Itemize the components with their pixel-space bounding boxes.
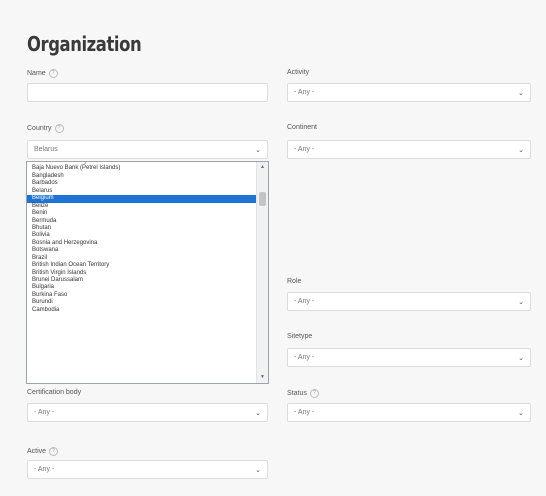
dropdown-option[interactable]: Burundi — [27, 299, 256, 306]
active-label: Active ? — [27, 447, 59, 456]
scroll-thumb[interactable] — [259, 192, 266, 206]
dropdown-option[interactable]: Bolivia — [27, 232, 256, 239]
dropdown-option[interactable]: Bhutan — [27, 225, 256, 232]
role-select-value: - Any - — [294, 298, 315, 305]
help-icon[interactable]: ? — [309, 389, 319, 398]
dropdown-option[interactable]: Botswana — [27, 247, 256, 254]
dropdown-option[interactable]: Burkina Faso — [27, 292, 256, 299]
activity-select-value: - Any - — [294, 89, 315, 96]
certification-body-label-text: Certification body — [27, 389, 82, 396]
sitetype-label: Sitetype — [287, 333, 312, 340]
chevron-down-icon: ⌄ — [518, 147, 524, 154]
help-icon[interactable]: ? — [48, 69, 58, 78]
help-icon[interactable]: ? — [49, 447, 59, 456]
sitetype-select-value: - Any - — [294, 354, 315, 361]
country-label: Country ? — [27, 124, 64, 133]
country-dropdown-list[interactable]: Bahamas / Bouvetoya Baja Nuevo Bank (Petr… — [26, 161, 269, 384]
continent-label: Continent — [287, 124, 317, 131]
status-label: Status ? — [287, 389, 319, 398]
name-label: Name ? — [27, 69, 58, 78]
country-select[interactable]: Belarus ⌄ — [27, 140, 268, 159]
name-label-text: Name — [27, 70, 46, 77]
dropdown-option[interactable]: British Indian Ocean Territory — [27, 262, 256, 269]
activity-label-text: Activity — [287, 69, 310, 76]
chevron-down-icon: ⌄ — [255, 410, 261, 417]
dropdown-option[interactable]: Belize — [27, 203, 256, 210]
chevron-down-icon: ⌄ — [518, 90, 524, 97]
chevron-down-icon: ⌄ — [518, 355, 524, 362]
dropdown-scrollbar[interactable]: ▲ ▼ — [256, 162, 268, 383]
dropdown-option[interactable]: Bosnia and Herzegovina — [27, 240, 256, 247]
country-label-text: Country — [27, 125, 52, 132]
dropdown-option[interactable]: Brazil — [27, 255, 256, 262]
continent-select-value: - Any - — [294, 146, 315, 153]
continent-select[interactable]: - Any - ⌄ — [287, 140, 531, 159]
dropdown-option[interactable]: Bangladesh — [27, 173, 256, 180]
status-select[interactable]: - Any - ⌄ — [287, 403, 531, 422]
dropdown-options: Bahamas / Bouvetoya Baja Nuevo Bank (Petr… — [27, 162, 256, 314]
chevron-down-icon: ⌄ — [255, 147, 261, 154]
name-input[interactable] — [27, 83, 268, 102]
dropdown-option[interactable]: Baja Nuevo Bank (Petrel Islands) — [27, 165, 256, 172]
status-select-value: - Any - — [294, 409, 315, 416]
dropdown-option[interactable]: Belgium — [27, 195, 256, 203]
dropdown-option[interactable]: Benin — [27, 210, 256, 217]
continent-label-text: Continent — [287, 124, 317, 131]
dropdown-option[interactable]: British Virgin Islands — [27, 270, 256, 277]
sitetype-label-text: Sitetype — [287, 333, 313, 340]
active-select-value: - Any - — [34, 466, 55, 473]
dropdown-option[interactable]: Bermuda — [27, 218, 256, 225]
chevron-down-icon: ⌄ — [518, 299, 524, 306]
help-icon[interactable]: ? — [54, 124, 64, 133]
page-title: Organization — [27, 32, 142, 56]
active-select[interactable]: - Any - ⌄ — [27, 460, 268, 479]
certification-body-select-value: - Any - — [34, 409, 55, 416]
dropdown-option[interactable]: Brunei Darussalam — [27, 277, 256, 284]
country-select-value: Belarus — [34, 146, 58, 153]
role-label: Role — [287, 278, 301, 285]
certification-body-select[interactable]: - Any - ⌄ — [27, 403, 268, 422]
sitetype-select[interactable]: - Any - ⌄ — [287, 348, 531, 367]
dropdown-option[interactable]: Cambodia — [27, 307, 256, 314]
status-label-text: Status — [287, 390, 307, 397]
dropdown-option[interactable]: Bulgaria — [27, 284, 256, 291]
role-label-text: Role — [287, 278, 302, 285]
dropdown-option[interactable]: Barbados — [27, 180, 256, 187]
activity-label: Activity — [287, 69, 309, 76]
scroll-up-icon[interactable]: ▲ — [257, 163, 268, 172]
chevron-down-icon: ⌄ — [518, 410, 524, 417]
dropdown-option[interactable]: Belarus — [27, 188, 256, 195]
active-label-text: Active — [27, 448, 47, 455]
chevron-down-icon: ⌄ — [255, 467, 261, 474]
activity-select[interactable]: - Any - ⌄ — [287, 83, 531, 102]
role-select[interactable]: - Any - ⌄ — [287, 292, 531, 311]
scroll-down-icon[interactable]: ▼ — [257, 373, 268, 382]
certification-body-label: Certification body — [27, 389, 81, 396]
